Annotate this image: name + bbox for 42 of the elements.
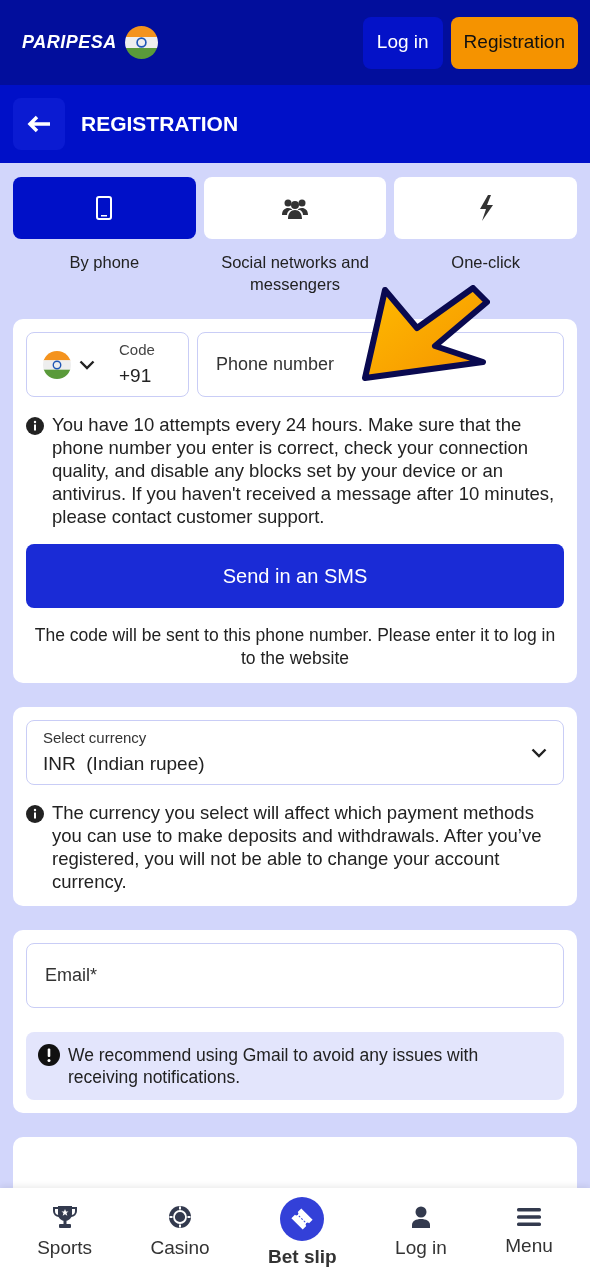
phone-icon [96, 196, 113, 220]
ticket-icon [280, 1196, 325, 1241]
currency-info-text: The currency you select will affect which payment methods you can use to make deposits and withdrawals. After you’ve registered, you will not be able to change your account currency. [52, 801, 543, 893]
back-arrow-icon [27, 115, 51, 133]
code-note-text: The code will be sent to this phone number. Please enter it to log in to the website [33, 624, 557, 670]
code-value: +91 [119, 363, 153, 388]
email-field[interactable]: Email* [26, 943, 564, 1008]
currency-value: INR (Indian rupee) [43, 751, 205, 776]
people-icon [281, 197, 309, 219]
person-icon [409, 1205, 432, 1228]
chevron-down-icon [531, 747, 547, 758]
menu-icon [517, 1207, 541, 1226]
method-label: By phone [68, 252, 141, 273]
back-button[interactable] [13, 98, 65, 150]
casino-chip-icon [169, 1205, 192, 1228]
method-label: Social networks and messengers [220, 252, 370, 295]
nav-item[interactable]: Menu [505, 1207, 553, 1261]
nav-item[interactable]: Log in [395, 1205, 447, 1263]
info-icon [26, 417, 44, 435]
code-label: Code [119, 340, 155, 360]
warning-icon [38, 1044, 60, 1066]
flag-icon[interactable] [124, 26, 158, 59]
login-button[interactable]: Log in [362, 16, 443, 69]
chevron-down-icon [79, 359, 95, 370]
nav-item[interactable]: Sports [37, 1205, 93, 1263]
trophy-icon [52, 1205, 77, 1228]
info-icon [26, 805, 44, 823]
nav-item[interactable]: Bet slip [268, 1196, 337, 1272]
lightning-icon [477, 195, 494, 221]
nav-item[interactable]: Casino [150, 1205, 210, 1263]
method-tab[interactable] [203, 177, 387, 239]
method-label: One-click [450, 252, 522, 273]
send-sms-button[interactable]: Send in an SMS [26, 544, 564, 608]
attempts-info-text: You have 10 attempts every 24 hours. Make sure that the phone number you enter is correct, check your connection quality, and disable any blocks set by your device or an antivirus. If you haven't received a message after 10 minutes, please contact customer support. [52, 413, 556, 528]
page-title: REGISTRATION [81, 111, 239, 138]
logo[interactable]: PARIPESA [22, 29, 117, 56]
currency-select[interactable]: Select currency INR (Indian rupee) [26, 720, 564, 785]
registration-button[interactable]: Registration [450, 16, 578, 69]
currency-label: Select currency [43, 728, 148, 748]
flag-icon [43, 350, 71, 379]
notice-text: We recommend using Gmail to avoid any issues with receiving notifications. [68, 1044, 480, 1088]
country-code-selector[interactable]: Code +91 [26, 332, 189, 397]
